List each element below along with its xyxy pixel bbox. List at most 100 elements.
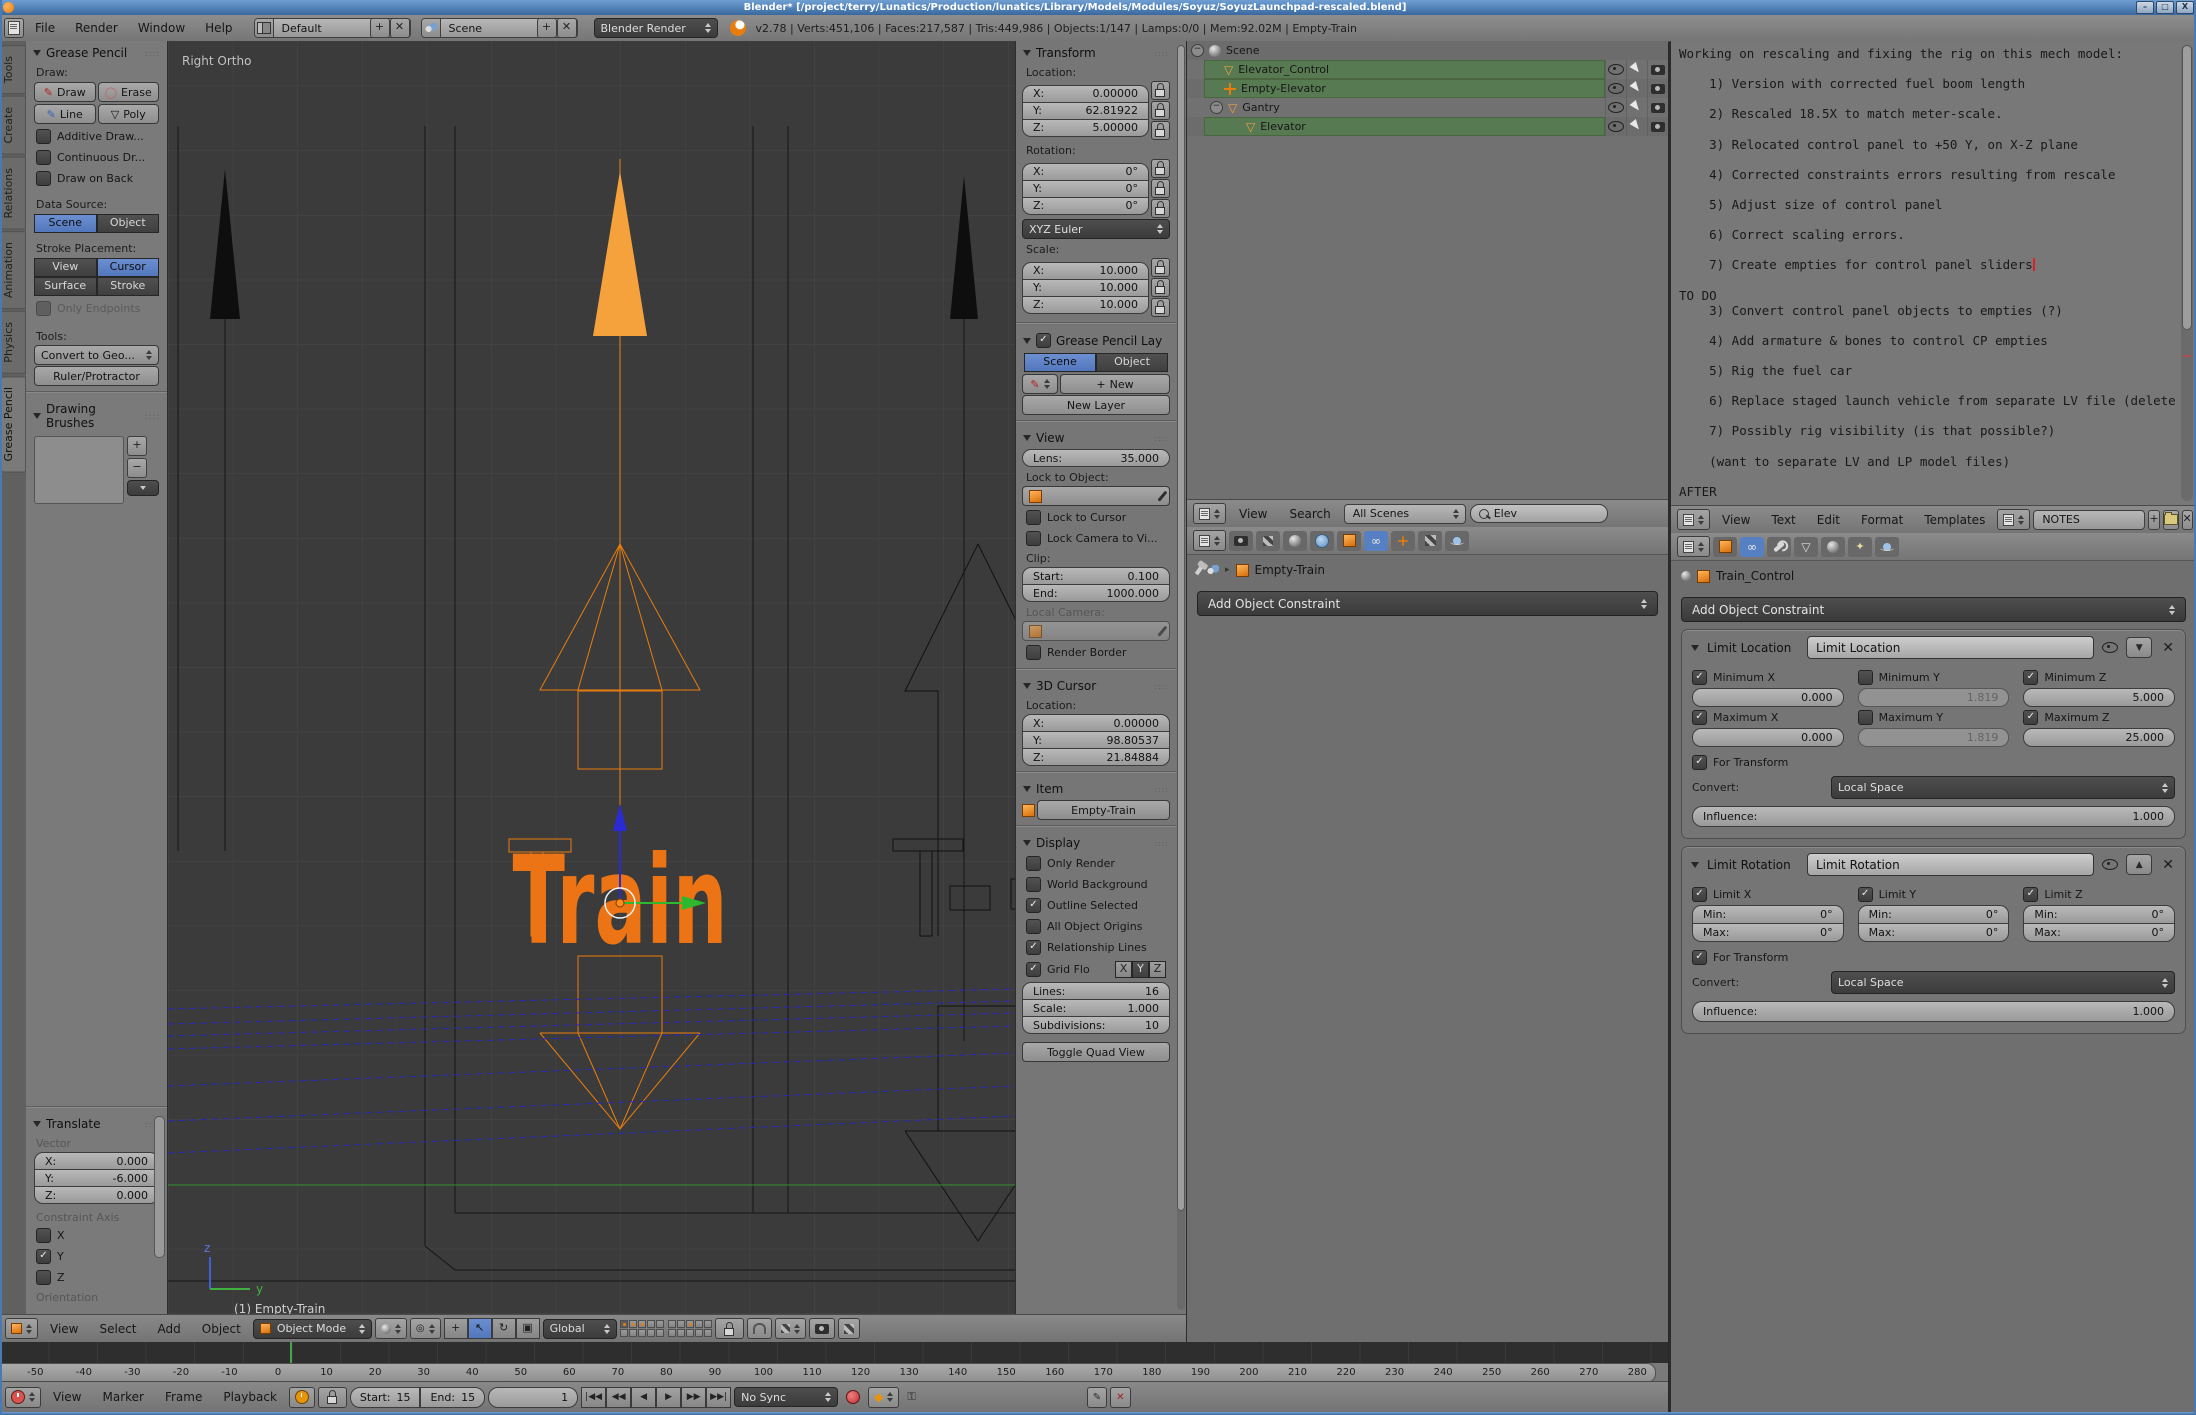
viewport-menu-add[interactable]: Add <box>149 1322 190 1336</box>
influence-slider[interactable]: Influence: 1.000 <box>1692 1001 2175 1022</box>
timeline-menu-view[interactable]: View <box>44 1390 90 1404</box>
stroke-view-toggle[interactable]: View <box>34 258 97 277</box>
for-transform-checkbox[interactable] <box>1692 755 1707 770</box>
text-menu-edit[interactable]: Edit <box>1808 513 1849 527</box>
collapse-icon[interactable] <box>33 1121 41 1127</box>
tab-tools[interactable]: Tools <box>0 45 26 94</box>
grid-lines-field[interactable]: Lines:16 <box>1022 982 1170 1000</box>
limit-y-max-field[interactable]: Max:0° <box>1858 924 2010 942</box>
rotation-y-field[interactable]: Y:0° <box>1022 181 1149 198</box>
constraints-tab-icon[interactable]: ∞ <box>1364 531 1388 551</box>
transform-panel-title[interactable]: Transform <box>1036 46 1096 60</box>
location-z-field[interactable]: Z:5.00000 <box>1022 120 1149 137</box>
screen-layout-selector[interactable]: Default <box>274 22 370 35</box>
open-text-button[interactable] <box>2163 510 2179 530</box>
text-datablock-icon[interactable] <box>1997 509 2030 530</box>
keying-icon-button[interactable]: ⚿ <box>902 1388 920 1407</box>
lock-time-button[interactable] <box>318 1387 347 1408</box>
add-object-constraint-dropdown[interactable]: Add Object Constraint <box>1681 597 2186 622</box>
renderable-icon[interactable] <box>1651 103 1665 113</box>
selectable-icon[interactable] <box>1630 119 1645 135</box>
selected-spire[interactable] <box>593 171 647 336</box>
transform-orientation-selector[interactable]: Global <box>543 1319 617 1339</box>
timeline-menu-playback[interactable]: Playback <box>214 1390 286 1404</box>
text-menu-templates[interactable]: Templates <box>1915 513 1994 527</box>
maximum-z-field[interactable]: 25.000 <box>2023 728 2175 747</box>
minimum-x-field[interactable]: 0.000 <box>1692 688 1844 707</box>
grid-x-toggle[interactable]: X <box>1115 961 1132 978</box>
additive-draw-checkbox[interactable] <box>36 129 51 144</box>
world-tab-icon[interactable] <box>1310 531 1334 551</box>
manipulator-translate-button[interactable]: ↖ <box>468 1318 492 1339</box>
collapse-icon[interactable] <box>1023 50 1031 56</box>
physics-tab-icon[interactable] <box>1875 537 1899 557</box>
lock-icon[interactable] <box>1151 101 1170 120</box>
limit-z-checkbox[interactable] <box>2023 887 2038 902</box>
add-scene-button[interactable]: + <box>537 18 557 38</box>
menu-file[interactable]: File <box>26 21 64 35</box>
viewport-menu-view[interactable]: View <box>41 1322 87 1336</box>
minimize-button[interactable]: – <box>2136 1 2154 14</box>
viewport-canvas[interactable]: Train z y (1) Empty-Train Right Ortho <box>168 41 1015 1314</box>
continuous-draw-checkbox[interactable] <box>36 150 51 165</box>
delete-constraint-button[interactable]: ✕ <box>2160 857 2176 873</box>
object-tab-icon[interactable] <box>1713 537 1737 557</box>
move-constraint-down-button[interactable]: ▼ <box>2126 637 2152 658</box>
insert-keyframe-button[interactable]: ✎ <box>1087 1387 1107 1408</box>
render-border-checkbox[interactable] <box>1026 645 1041 660</box>
maximum-x-checkbox[interactable] <box>1692 710 1707 725</box>
toggle-quad-view-button[interactable]: Toggle Quad View <box>1022 1042 1170 1062</box>
all-object-origins-checkbox[interactable] <box>1026 919 1041 934</box>
renderable-icon[interactable] <box>1651 84 1665 94</box>
minimum-z-field[interactable]: 5.000 <box>2023 688 2175 707</box>
auto-keyframe-button[interactable] <box>841 1388 865 1407</box>
lock-icon[interactable] <box>1151 258 1170 277</box>
collapse-icon[interactable] <box>33 413 41 419</box>
n-panel-scrollbar[interactable] <box>1177 45 1185 1310</box>
gp-scene-toggle[interactable]: Scene <box>1024 353 1096 372</box>
properties-editor-selector[interactable] <box>1677 536 1710 557</box>
constraint-visibility-icon[interactable] <box>2102 642 2118 653</box>
next-keyframe-button[interactable]: ▶▶ <box>681 1387 706 1408</box>
gp-new-button[interactable]: +New <box>1060 374 1170 394</box>
object-origin[interactable] <box>616 899 624 907</box>
gp-object-toggle[interactable]: Object <box>1096 353 1168 372</box>
add-layout-button[interactable]: + <box>370 18 390 38</box>
constraint-name-field[interactable]: Limit Rotation <box>1807 853 2094 876</box>
pin-icon[interactable] <box>1195 565 1203 575</box>
menu-help[interactable]: Help <box>196 21 241 35</box>
breadcrumb-object-name[interactable]: Train_Control <box>1716 569 1794 583</box>
minimum-y-field[interactable]: 1.819 <box>1858 688 2010 707</box>
selectable-icon[interactable] <box>1630 100 1645 116</box>
outline-selected-checkbox[interactable] <box>1026 898 1041 913</box>
text-editor[interactable]: Working on rescaling and fixing the rig … <box>1671 41 2196 505</box>
lock-icon[interactable] <box>1151 179 1170 198</box>
translate-z-field[interactable]: Z:0.000 <box>34 1187 159 1204</box>
lock-to-cursor-checkbox[interactable] <box>1026 510 1041 525</box>
timeline-ruler[interactable]: -50-40-30-20-100102030405060708090100110… <box>0 1363 1656 1383</box>
outliner-row-empty-elevator[interactable]: Empty-Elevator <box>1187 79 1668 98</box>
manipulator-scale-button[interactable]: ▣ <box>516 1318 540 1339</box>
opengl-render-button[interactable] <box>809 1318 835 1339</box>
outliner-row-scene[interactable]: − Scene <box>1187 41 1668 60</box>
keying-set-selector[interactable]: ◆ <box>868 1387 899 1408</box>
world-background-checkbox[interactable] <box>1026 877 1041 892</box>
visibility-eye-icon[interactable] <box>1608 102 1624 113</box>
limit-y-checkbox[interactable] <box>1858 887 1873 902</box>
frame-end-field[interactable]: End:15 <box>420 1387 485 1408</box>
scene-selector-icon[interactable] <box>422 19 441 37</box>
material-tab-icon[interactable] <box>1821 537 1845 557</box>
maximum-y-checkbox[interactable] <box>1858 710 1873 725</box>
selectable-icon[interactable] <box>1630 81 1645 97</box>
lock-icon[interactable] <box>1151 298 1170 317</box>
collapse-icon[interactable] <box>1691 645 1699 651</box>
outliner-editor-selector[interactable] <box>1193 503 1226 524</box>
outliner-display-mode[interactable]: All Scenes <box>1345 507 1441 520</box>
editor-type-selector[interactable] <box>5 1318 38 1339</box>
selectable-icon[interactable] <box>1630 62 1645 78</box>
lock-icon[interactable] <box>1151 159 1170 178</box>
object-tab-icon[interactable] <box>1337 531 1361 551</box>
delete-layout-button[interactable]: ✕ <box>390 18 410 38</box>
outliner-search-field[interactable]: Elev <box>1470 504 1608 523</box>
outliner-menu-search[interactable]: Search <box>1280 507 1339 521</box>
